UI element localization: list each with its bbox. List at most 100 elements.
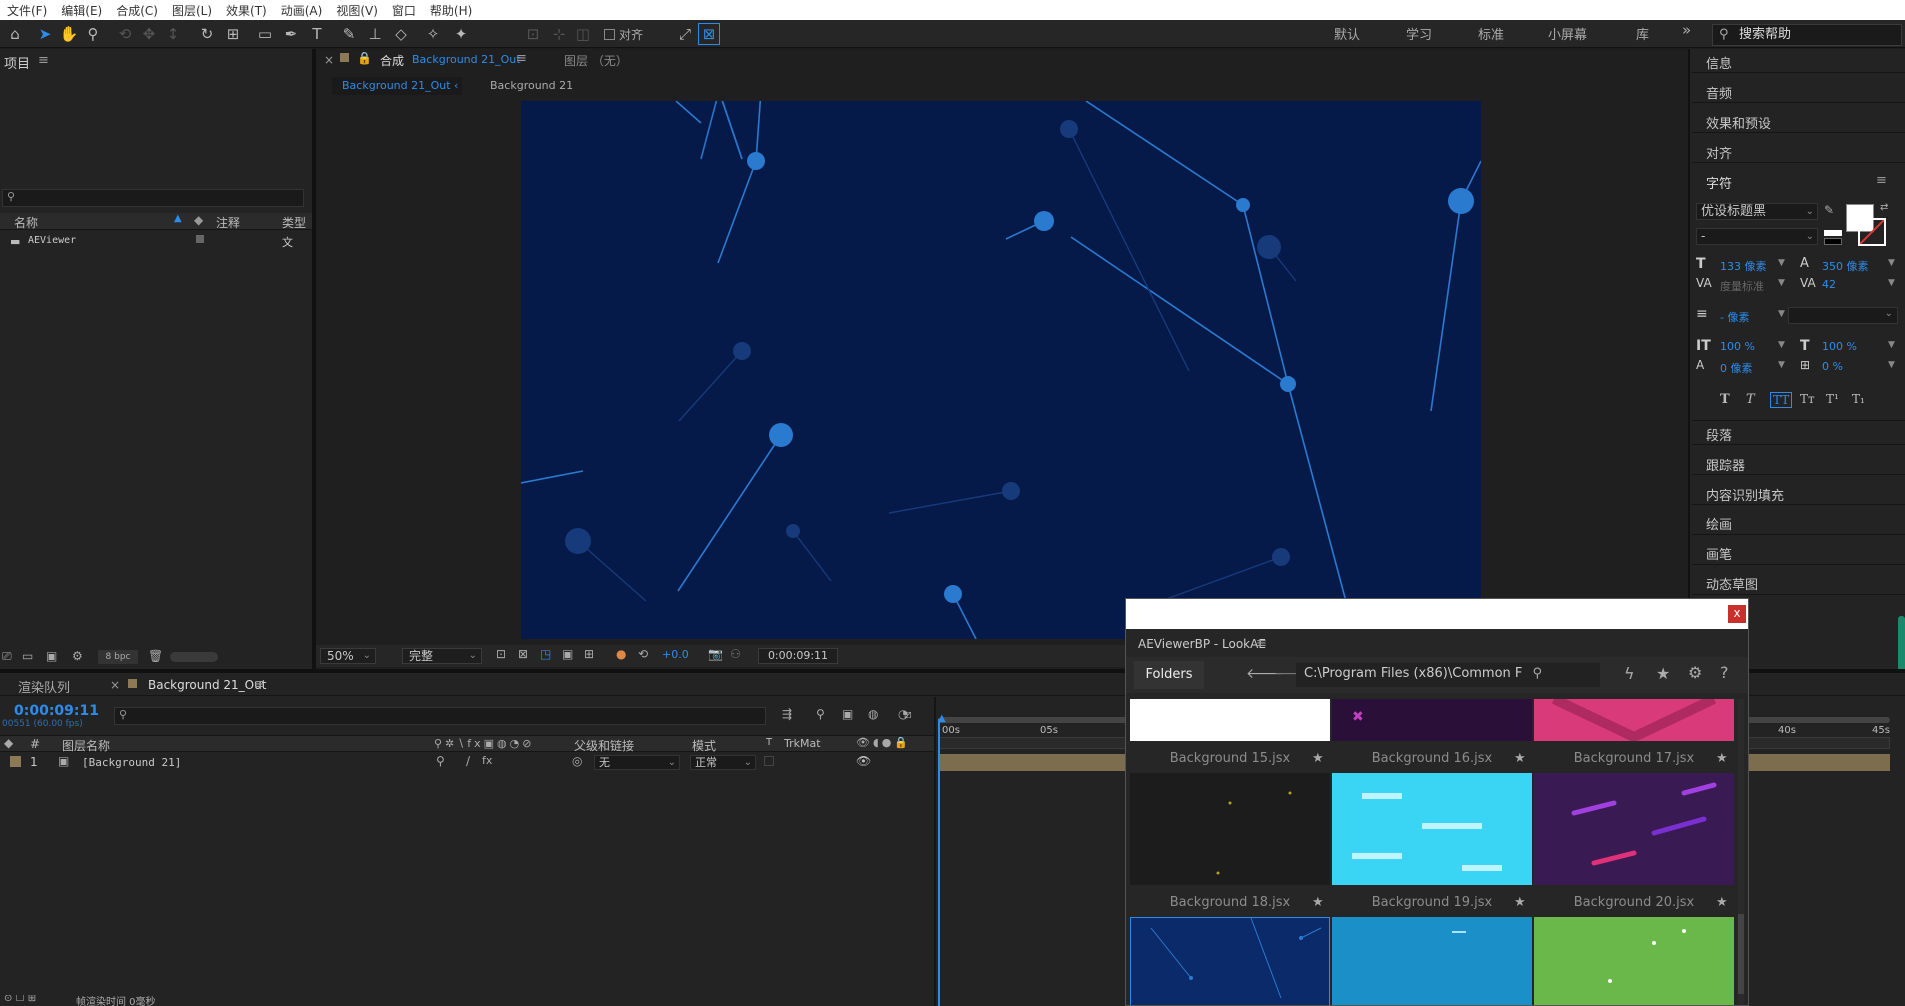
preserve-transparency-checkbox[interactable] [764, 756, 774, 766]
align-panel-tab[interactable]: 对齐 [1706, 143, 1732, 162]
chevron-down-icon[interactable]: ▼ [1888, 278, 1895, 288]
baseline-shift-value[interactable]: 0 像素 [1720, 360, 1753, 376]
pan-tool-icon[interactable]: ✥ [138, 23, 160, 45]
toggle-switches-icon[interactable]: ⊙ ☐ ⊞ [4, 995, 36, 1004]
show-snapshot-icon[interactable]: ⚇ [730, 647, 741, 661]
brush-tool-icon[interactable]: ✎ [338, 23, 360, 45]
dolly-tool-icon[interactable]: ↕ [162, 23, 184, 45]
breadcrumb-active[interactable]: Background 21_Out [332, 77, 462, 95]
workspace-small-screen[interactable]: 小屏幕 [1548, 24, 1587, 43]
menu-effect[interactable]: 效果(T) [219, 2, 274, 19]
folders-button[interactable]: Folders [1134, 661, 1204, 689]
channel-icon[interactable]: ● [616, 647, 626, 661]
layer-name[interactable]: [Background 21] [82, 756, 181, 769]
list-item[interactable]: ▬ AEViewer 文 [0, 234, 312, 250]
tracker-panel-tab[interactable]: 跟踪器 [1706, 455, 1745, 474]
layer-tab[interactable]: 图层 （无） [564, 52, 628, 69]
project-title[interactable]: 项目 [4, 53, 30, 72]
small-caps-button[interactable]: Tт [1800, 392, 1815, 406]
menu-icon[interactable]: ≡ [38, 53, 49, 72]
blend-mode-select[interactable]: 正常 ⌄ [690, 755, 756, 770]
paragraph-panel-tab[interactable]: 段落 [1706, 425, 1732, 444]
snap-checkbox[interactable] [604, 29, 615, 40]
thumbnail-label[interactable]: Background 17.jsx [1534, 751, 1734, 766]
label-tag-icon[interactable]: ◆ [194, 213, 203, 227]
menu-icon[interactable]: ≡ [254, 677, 265, 692]
new-comp-icon[interactable]: ▣ [46, 649, 57, 663]
type-tool-icon[interactable]: T [306, 23, 328, 45]
pen-tool-icon[interactable]: ✒ [280, 23, 302, 45]
effects-presets-tab[interactable]: 效果和预设 [1706, 113, 1771, 132]
parent-select[interactable]: 无 ⌄ [594, 755, 680, 770]
favorite-star-icon[interactable]: ★ [1312, 895, 1324, 910]
camera-icon[interactable]: 📷 [708, 647, 723, 661]
menu-animation[interactable]: 动画(A) [274, 2, 330, 19]
search-help-input[interactable]: ⚲ 搜索帮助 [1712, 24, 1902, 46]
thumbnail-label[interactable]: Background 15.jsx [1130, 751, 1330, 766]
quality-switch-icon[interactable]: ∕ [466, 754, 470, 768]
orbit-tool-icon[interactable]: ⟲ [114, 23, 136, 45]
frame-blending-icon[interactable]: ◍ [868, 707, 878, 721]
column-trkmat[interactable]: TrkMat [784, 737, 821, 750]
thumbnail[interactable] [1130, 773, 1330, 885]
timeline-search-input[interactable]: ⚲ [114, 707, 766, 725]
tsume-value[interactable]: 0 % [1822, 360, 1843, 373]
thumbnail[interactable] [1332, 917, 1532, 1005]
project-search-input[interactable]: ⚲ [2, 189, 304, 207]
lightning-icon[interactable]: ϟ [1624, 664, 1635, 683]
eraser-tool-icon[interactable]: ◇ [390, 23, 412, 45]
thumbnail-selected[interactable] [1130, 917, 1330, 1005]
home-icon[interactable]: ⌂ [4, 23, 26, 45]
star-icon[interactable]: ★ [1656, 664, 1670, 683]
brushes-panel-tab[interactable]: 画笔 [1706, 544, 1732, 563]
kerning-value[interactable]: 度量标准 [1720, 278, 1764, 294]
thumbnail-label[interactable]: Background 16.jsx [1332, 751, 1532, 766]
breadcrumb-item[interactable]: Background 21 [490, 79, 573, 92]
subscript-button[interactable]: T₁ [1852, 392, 1865, 406]
current-time[interactable]: 0:00:09:11 [758, 648, 838, 664]
menu-icon[interactable]: ≡ [1876, 173, 1887, 188]
scrollbar-thumb[interactable] [1738, 914, 1744, 994]
menu-edit[interactable]: 编辑(E) [54, 2, 109, 19]
content-aware-fill-tab[interactable]: 内容识别填充 [1706, 485, 1784, 504]
label-color[interactable] [196, 235, 204, 243]
faux-bold-button[interactable]: T [1720, 392, 1730, 407]
favorite-star-icon[interactable]: ★ [1716, 751, 1728, 766]
rectangle-tool-icon[interactable]: ▭ [254, 23, 276, 45]
menu-layer[interactable]: 图层(L) [165, 2, 219, 19]
tracking-value[interactable]: 42 [1822, 278, 1836, 291]
bpc-button[interactable]: 8 bpc [98, 650, 138, 664]
close-icon[interactable]: × [324, 53, 334, 67]
mask-visibility-icon[interactable]: ◳ [540, 647, 551, 661]
font-style-select[interactable]: - ⌄ [1696, 228, 1818, 245]
timeline-timecode[interactable]: 0:00:09:11 [14, 703, 99, 719]
snap-feature-icon[interactable]: ⊠ [698, 23, 720, 45]
thumbnail-label[interactable]: Background 20.jsx [1534, 895, 1734, 910]
white-swatch[interactable] [1824, 230, 1842, 236]
thumbnail[interactable] [1130, 699, 1330, 741]
pickwhip-icon[interactable]: ◎ [572, 754, 582, 768]
scrollbar-thumb[interactable] [1898, 616, 1905, 672]
selection-tool-icon[interactable]: ➤ [34, 23, 56, 45]
zoom-select[interactable]: 50% ⌄ [320, 648, 376, 664]
graph-editor-icon[interactable]: ⧄ [904, 707, 912, 722]
leading-value[interactable]: 350 像素 [1822, 258, 1869, 274]
character-panel-title[interactable]: 字符 [1706, 173, 1732, 192]
aeviewer-titlebar[interactable]: x [1126, 599, 1748, 629]
favorite-star-icon[interactable]: ★ [1312, 751, 1324, 766]
thumbnail[interactable] [1332, 773, 1532, 885]
render-queue-tab[interactable]: 渲染队列 [18, 677, 70, 696]
column-name[interactable]: 名称 [14, 214, 38, 231]
column-layer-name[interactable]: 图层名称 [62, 737, 110, 754]
zoom-tool-icon[interactable]: ⚲ [82, 23, 104, 45]
puppet-pin-icon[interactable]: ✦ [450, 23, 472, 45]
favorite-star-icon[interactable]: ★ [1716, 895, 1728, 910]
label-tag-icon[interactable]: ◆ [4, 736, 13, 750]
column-parent[interactable]: 父级和链接 [574, 737, 634, 754]
sort-icon[interactable]: ▲ [174, 213, 182, 224]
help-icon[interactable]: ? [1720, 663, 1729, 682]
superscript-button[interactable]: T¹ [1826, 392, 1839, 406]
menu-icon[interactable]: ≡ [1256, 636, 1267, 651]
clone-stamp-icon[interactable]: ⊥ [364, 23, 386, 45]
font-family-select[interactable]: 优设标题黑 ⌄ [1696, 203, 1818, 220]
